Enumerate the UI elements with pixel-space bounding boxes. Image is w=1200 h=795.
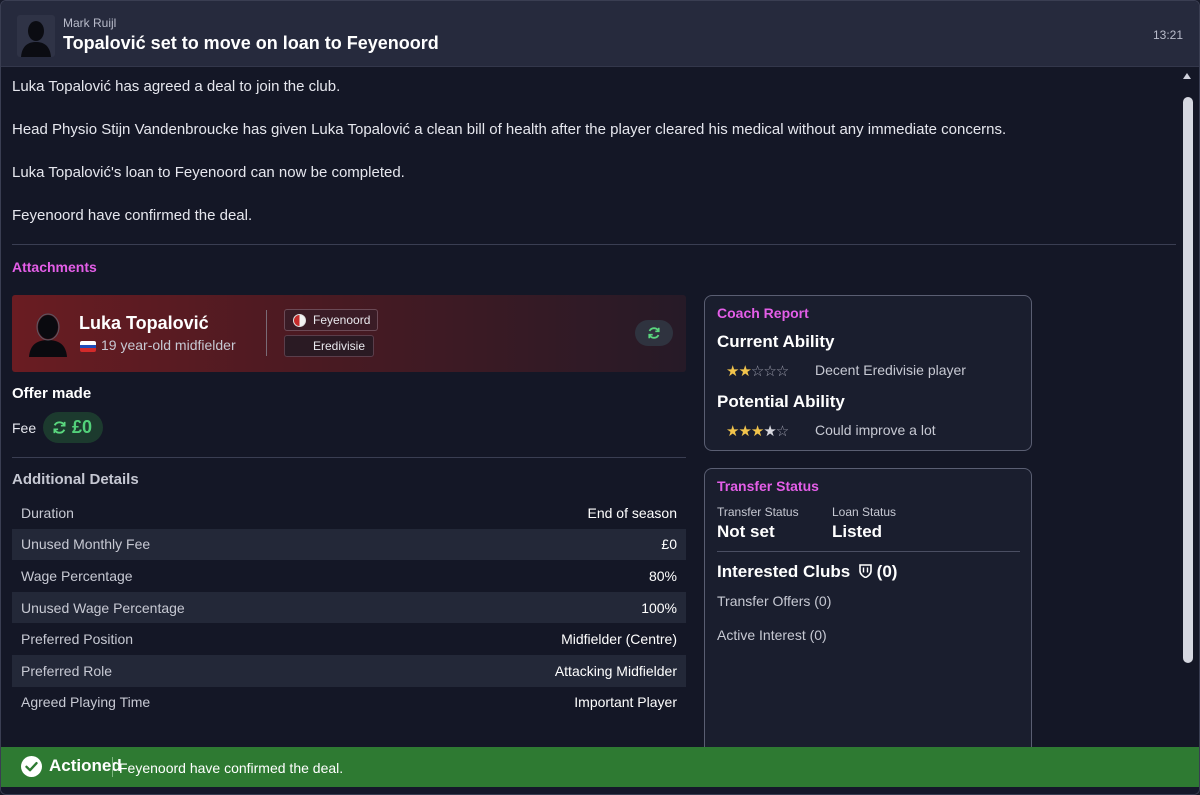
- message-paragraph: Luka Topalović has agreed a deal to join…: [12, 78, 341, 95]
- potential-ability-label: Potential Ability: [717, 392, 845, 411]
- detail-key: Duration: [21, 504, 74, 521]
- shield-icon: [859, 564, 872, 579]
- player-description: 19 year-old midfielder: [101, 337, 236, 353]
- detail-value: Attacking Midfielder: [554, 662, 677, 679]
- loan-toggle-button[interactable]: [635, 320, 673, 346]
- slovenia-flag-icon: [80, 341, 96, 352]
- coach-report-panel: Coach Report Current Ability ★★☆☆☆ Decen…: [704, 295, 1032, 451]
- detail-key: Preferred Role: [21, 662, 113, 679]
- actioned-status-bar: Actioned Feyenoord have confirmed the de…: [1, 747, 1199, 787]
- sender-avatar-icon: [17, 15, 55, 57]
- actioned-label: Actioned: [49, 756, 122, 775]
- scroll-up-icon[interactable]: [1183, 73, 1191, 79]
- window-bottom-edge: [1, 787, 1199, 794]
- detail-value: Important Player: [574, 694, 677, 711]
- fee-value: £0: [72, 417, 93, 437]
- refresh-icon: [648, 327, 660, 339]
- fee-label: Fee: [12, 420, 37, 436]
- message-title: Topalović set to move on loan to Feyenoo…: [63, 33, 439, 53]
- current-ability-label: Current Ability: [717, 332, 835, 351]
- divider: [717, 551, 1020, 552]
- coach-report-title: Coach Report: [717, 305, 809, 321]
- message-paragraph: Head Physio Stijn Vandenbroucke has give…: [12, 121, 1007, 138]
- table-row: Unused Monthly Fee £0: [12, 528, 686, 561]
- table-row: Wage Percentage 80%: [12, 560, 686, 592]
- actioned-message: Feyenoord have confirmed the deal.: [119, 760, 344, 776]
- club-badge-icon: [293, 314, 306, 327]
- divider: [266, 310, 267, 356]
- table-row: Preferred Role Attacking Midfielder: [12, 654, 686, 687]
- club-link[interactable]: Feyenoord: [284, 309, 378, 331]
- transfer-offers-link[interactable]: Transfer Offers (0): [717, 593, 831, 609]
- detail-value: Midfielder (Centre): [561, 631, 677, 648]
- message-paragraph: Feyenoord have confirmed the deal.: [12, 207, 253, 224]
- table-row: Preferred Position Midfielder (Centre): [12, 623, 686, 655]
- player-card[interactable]: Luka Topalović 19 year-old midfielder Fe…: [12, 295, 686, 372]
- detail-key: Unused Wage Percentage: [21, 599, 185, 616]
- current-ability-stars: ★★☆☆☆: [726, 363, 789, 380]
- detail-key: Preferred Position: [21, 631, 134, 648]
- fee-badge: £0: [43, 412, 103, 443]
- details-table: Duration End of season Unused Monthly Fe…: [12, 497, 686, 718]
- message-paragraph: Luka Topalović's loan to Feyenoord can n…: [12, 164, 405, 181]
- message-window: Mark Ruijl Topalović set to move on loan…: [0, 0, 1200, 795]
- interested-clubs-label: Interested Clubs: [717, 562, 851, 581]
- potential-ability-stars: ★★★★☆: [726, 423, 789, 440]
- refresh-icon: [53, 421, 66, 434]
- message-header: Mark Ruijl Topalović set to move on loan…: [1, 1, 1199, 67]
- transfer-status-value: Not set: [717, 522, 775, 541]
- sender-name: Mark Ruijl: [63, 16, 117, 30]
- detail-value: End of season: [587, 504, 677, 521]
- transfer-status-label: Transfer Status: [717, 505, 799, 519]
- league-name: Eredivisie: [312, 339, 366, 353]
- interested-clubs-count: (0): [876, 562, 898, 581]
- current-ability-description: Decent Eredivisie player: [815, 362, 966, 378]
- attachments-title: Attachments: [12, 259, 97, 275]
- table-row: Unused Wage Percentage 100%: [12, 591, 686, 624]
- active-interest-link[interactable]: Active Interest (0): [717, 627, 827, 643]
- player-avatar-icon: [29, 313, 67, 357]
- player-name[interactable]: Luka Topalović: [79, 313, 209, 334]
- loan-status-label: Loan Status: [832, 505, 897, 519]
- divider: [12, 244, 1176, 245]
- message-time: 13:21: [1152, 28, 1183, 42]
- club-name: Feyenoord: [313, 313, 371, 327]
- detail-value: 100%: [641, 599, 677, 616]
- interested-clubs-title: Interested Clubs (0): [717, 562, 897, 582]
- table-row: Duration End of season: [12, 497, 686, 529]
- detail-key: Agreed Playing Time: [21, 694, 151, 711]
- potential-ability-description: Could improve a lot: [815, 422, 936, 438]
- scrollbar-thumb[interactable]: [1183, 97, 1193, 663]
- detail-key: Wage Percentage: [21, 567, 133, 584]
- transfer-status-panel: Transfer Status Transfer Status Not set …: [704, 468, 1032, 758]
- league-link[interactable]: Eredivisie: [284, 335, 374, 357]
- detail-key: Unused Monthly Fee: [21, 536, 151, 553]
- check-icon: [21, 756, 42, 777]
- additional-details-title: Additional Details: [12, 471, 139, 488]
- detail-value: £0: [661, 536, 677, 553]
- table-row: Agreed Playing Time Important Player: [12, 687, 686, 719]
- detail-value: 80%: [648, 567, 677, 584]
- transfer-status-title: Transfer Status: [717, 478, 819, 494]
- offer-title: Offer made: [12, 385, 92, 402]
- divider: [112, 757, 113, 777]
- loan-status-value: Listed: [832, 522, 883, 541]
- divider: [12, 457, 686, 458]
